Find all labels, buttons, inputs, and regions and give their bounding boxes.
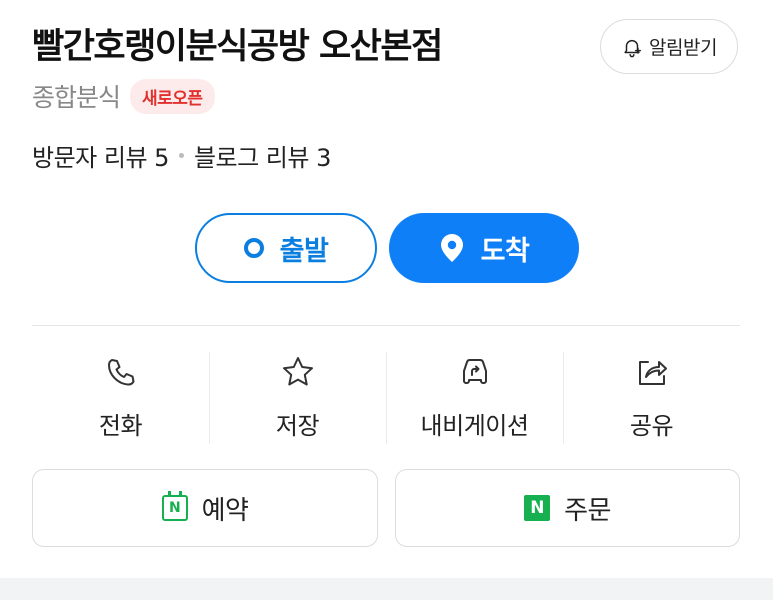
order-label: 주문 bbox=[564, 495, 611, 526]
car-navigation-icon bbox=[462, 359, 487, 384]
share-label: 공유 bbox=[629, 412, 674, 440]
route-start-button[interactable]: 출발 bbox=[195, 213, 377, 283]
naver-booking-icon: N bbox=[161, 491, 188, 521]
start-point-icon bbox=[243, 238, 264, 258]
reserve-label: 예약 bbox=[201, 495, 249, 526]
navigation-label: 내비게이션 bbox=[420, 412, 529, 440]
alarm-label: 알림받기 bbox=[649, 37, 717, 59]
location-pin-icon bbox=[440, 234, 463, 262]
alarm-button[interactable]: 알림받기 bbox=[600, 19, 738, 74]
action-bar: 전화 저장 내비게이션 공유 bbox=[32, 350, 740, 445]
place-category: 종합분식 bbox=[32, 83, 121, 112]
section-divider-band bbox=[0, 578, 773, 600]
naver-order-icon: N bbox=[524, 495, 551, 521]
visitor-review-link[interactable]: 방문자 리뷰 5 bbox=[32, 138, 169, 173]
route-end-button[interactable]: 도착 bbox=[389, 213, 579, 283]
place-title: 빨간호랭이분식공방 오산본점 bbox=[32, 27, 443, 67]
call-label: 전화 bbox=[98, 412, 143, 440]
category-row: 종합분식 새로오픈 bbox=[32, 78, 215, 114]
star-icon bbox=[282, 357, 313, 386]
share-icon bbox=[638, 361, 667, 385]
divider bbox=[32, 325, 740, 326]
share-action[interactable]: 공유 bbox=[563, 350, 740, 445]
phone-icon bbox=[107, 359, 134, 386]
bell-plus-icon bbox=[624, 39, 642, 57]
save-label: 저장 bbox=[275, 412, 320, 440]
reserve-button[interactable]: N 예약 bbox=[32, 469, 378, 547]
navigation-action[interactable]: 내비게이션 bbox=[386, 350, 563, 445]
route-end-label: 도착 bbox=[480, 235, 530, 267]
new-open-badge: 새로오픈 bbox=[130, 78, 215, 114]
blog-review-link[interactable]: 블로그 리뷰 3 bbox=[194, 138, 331, 173]
route-start-label: 출발 bbox=[279, 235, 329, 267]
save-action[interactable]: 저장 bbox=[209, 350, 386, 445]
call-action[interactable]: 전화 bbox=[32, 350, 209, 445]
order-button[interactable]: N 주문 bbox=[395, 469, 740, 547]
review-summary: 방문자 리뷰 5 블로그 리뷰 3 bbox=[32, 138, 331, 173]
separator-dot bbox=[178, 153, 184, 158]
